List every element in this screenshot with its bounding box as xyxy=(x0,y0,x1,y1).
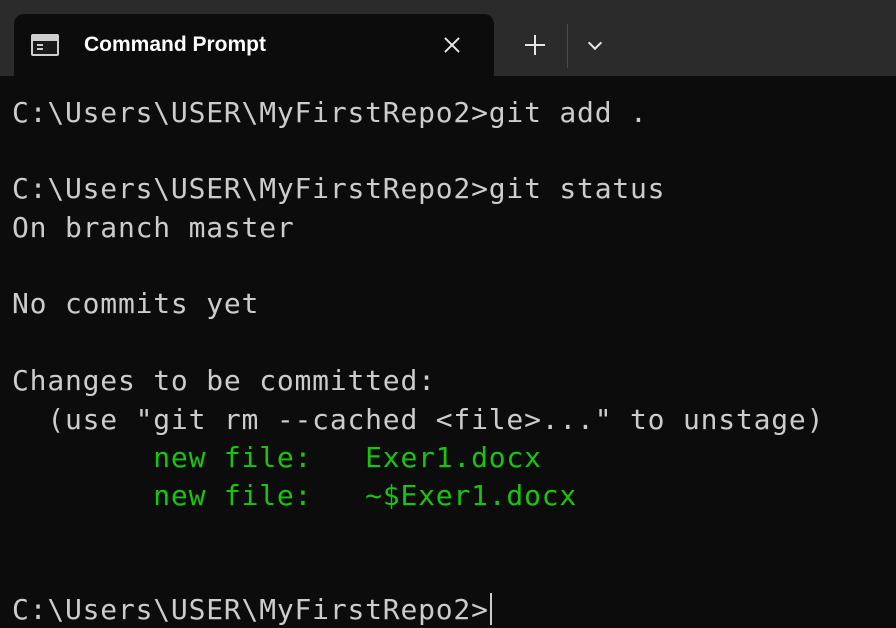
tab-command-prompt[interactable]: Command Prompt xyxy=(14,14,494,76)
close-icon[interactable] xyxy=(440,33,464,57)
chevron-down-icon[interactable] xyxy=(581,30,611,60)
console-line: On branch master xyxy=(12,211,295,244)
plus-icon[interactable] xyxy=(520,30,550,60)
console-output[interactable]: C:\Users\USER\MyFirstRepo2>git add . C:\… xyxy=(0,76,896,628)
console-line: C:\Users\USER\MyFirstRepo2>git status xyxy=(12,172,666,205)
console-line: (use "git rm --cached <file>..." to unst… xyxy=(12,403,825,436)
text-cursor xyxy=(489,593,492,625)
tab-divider xyxy=(567,24,568,68)
cmd-icon xyxy=(31,34,59,56)
console-line: Changes to be committed: xyxy=(12,364,436,397)
console-line: No commits yet xyxy=(12,287,260,320)
prompt-line[interactable]: C:\Users\USER\MyFirstRepo2> xyxy=(12,591,492,628)
tab-strip: Command Prompt xyxy=(0,0,896,76)
prompt-text: C:\Users\USER\MyFirstRepo2> xyxy=(12,593,489,626)
staged-file-line: new file: Exer1.docx xyxy=(12,441,542,474)
staged-file-line: new file: ~$Exer1.docx xyxy=(12,479,578,512)
tab-title: Command Prompt xyxy=(84,33,267,56)
console-line: C:\Users\USER\MyFirstRepo2>git add . xyxy=(12,96,648,129)
